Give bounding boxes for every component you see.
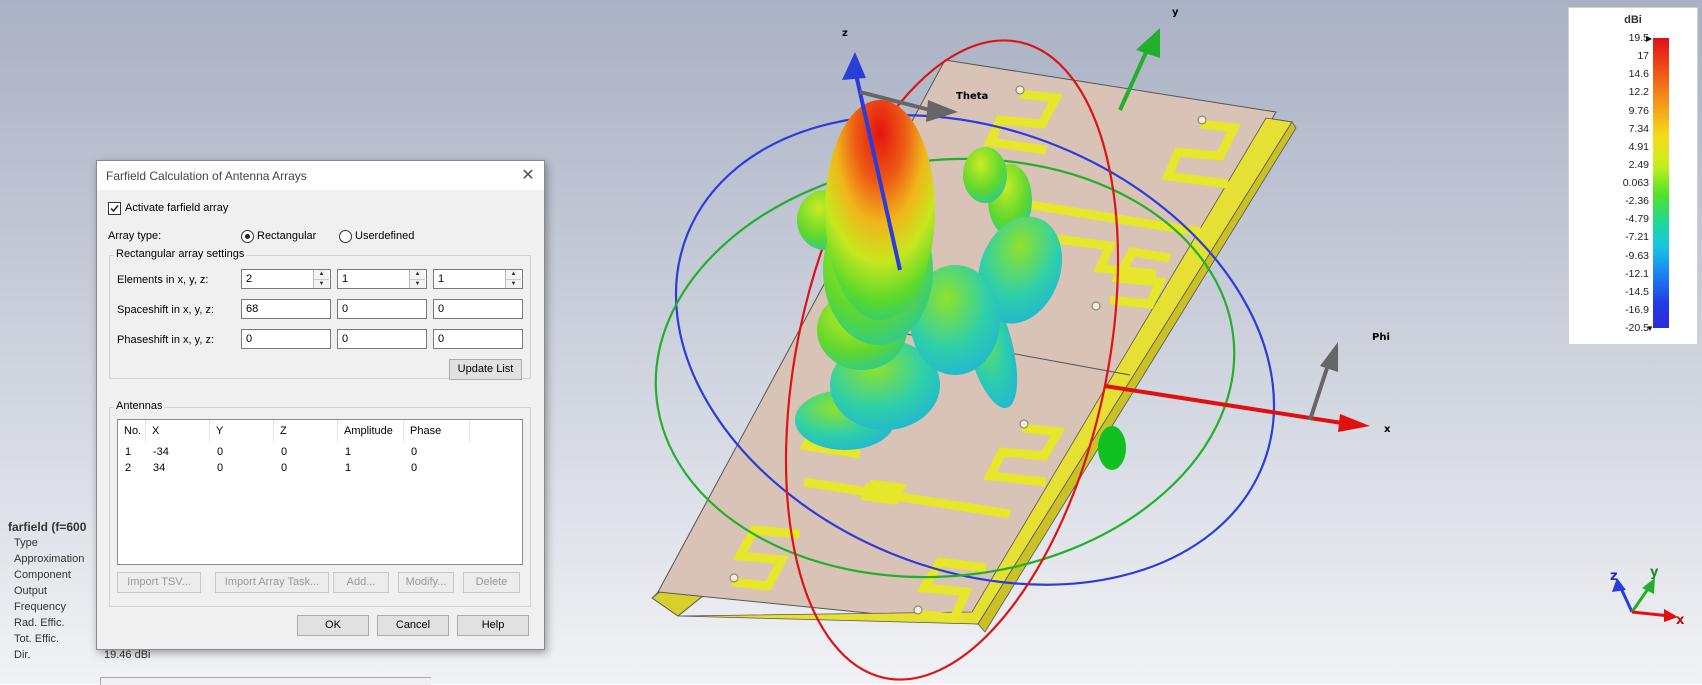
z-axis-label: z (842, 28, 848, 39)
elements-z-spinner[interactable]: ▲ ▼ (505, 270, 521, 288)
ok-button[interactable]: OK (297, 615, 369, 636)
legend-tick: 17 (1637, 50, 1649, 63)
farfield-array-dialog: Farfield Calculation of Antenna Arrays ✕… (96, 160, 545, 650)
column-header[interactable]: No. (118, 420, 146, 442)
theta-label: Theta (956, 91, 988, 102)
phi-label: Phi (1372, 332, 1390, 343)
legend-tick: -4.79 (1625, 213, 1649, 226)
radio-userdefined[interactable] (339, 230, 352, 243)
elements-label: Elements in x, y, z: (117, 274, 209, 286)
legend-tick: 7.34 (1628, 122, 1649, 135)
info-value: 19.46 dBi (104, 649, 151, 661)
table-cell: 0 (411, 446, 418, 458)
column-header[interactable]: Y (210, 420, 274, 442)
table-cell: 1 (125, 446, 132, 458)
info-key: Frequency (14, 601, 66, 613)
antennas-label: Antennas (114, 400, 165, 412)
legend-tick: -2.36 (1625, 195, 1649, 208)
legend-color-bar (1653, 38, 1669, 328)
info-key: Output (14, 585, 48, 597)
triad-y-label: y (1650, 565, 1659, 580)
antennas-table-header: No. X Y Z Amplitude Phase (118, 420, 522, 442)
dialog-titlebar[interactable]: Farfield Calculation of Antenna Arrays ✕ (97, 161, 544, 190)
table-cell: 1 (345, 446, 352, 458)
rectangular-settings-label: Rectangular array settings (114, 248, 247, 260)
radio-userdefined-label[interactable]: Userdefined (355, 230, 414, 242)
legend-min-marker-icon[interactable]: ▼ (1646, 324, 1654, 333)
radio-rectangular-label[interactable]: Rectangular (257, 230, 316, 242)
table-cell: 0 (217, 462, 224, 474)
column-header[interactable]: Phase (404, 420, 470, 442)
column-header[interactable]: Amplitude (338, 420, 404, 442)
table-row[interactable]: 1 -34 0 0 1 0 (118, 444, 522, 460)
help-button[interactable]: Help (457, 615, 529, 636)
legend-unit: dBi (1624, 14, 1642, 26)
update-list-button[interactable]: Update List (449, 359, 522, 380)
legend-tick: 0.063 (1622, 177, 1649, 189)
cancel-button[interactable]: Cancel (377, 615, 449, 636)
y-axis-label: y (1172, 7, 1179, 18)
info-key: Type (14, 537, 38, 549)
table-cell: 1 (345, 462, 352, 474)
modify-button[interactable]: Modify... (398, 572, 454, 593)
table-cell: 0 (281, 462, 288, 474)
phaseshift-y-input[interactable] (337, 329, 427, 349)
elements-y-spinner[interactable]: ▲ ▼ (409, 270, 425, 288)
phaseshift-x-input[interactable] (241, 329, 331, 349)
dialog-title: Farfield Calculation of Antenna Arrays (106, 169, 307, 183)
delete-button[interactable]: Delete (463, 572, 520, 593)
info-row: Dir. 19.46 dBi (8, 649, 218, 665)
x-axis-label: x (1384, 424, 1391, 435)
info-key: Component (14, 569, 71, 581)
column-header[interactable]: Z (274, 420, 338, 442)
orientation-triad[interactable]: z y x (1610, 565, 1685, 628)
import-tsv-button[interactable]: Import TSV... (117, 572, 201, 593)
close-icon[interactable]: ✕ (512, 161, 544, 190)
table-cell: 0 (281, 446, 288, 458)
radio-rectangular[interactable] (241, 230, 254, 243)
table-cell: 2 (125, 462, 132, 474)
array-type-label: Array type: (108, 230, 162, 242)
info-key: Tot. Effic. (14, 633, 60, 645)
legend-tick: 14.6 (1628, 68, 1649, 81)
legend-tick: -14.5 (1625, 285, 1649, 298)
info-key: Rad. Effic. (14, 617, 65, 629)
legend-max-marker-icon[interactable]: ▶ (1646, 34, 1652, 43)
antennas-table[interactable]: No. X Y Z Amplitude Phase 1 -34 0 0 1 0 2 34 0 0 1 0 (117, 419, 523, 565)
legend-tick: 9.76 (1628, 104, 1649, 117)
legend-tick: -12.1 (1625, 267, 1649, 280)
add-button[interactable]: Add... (333, 572, 389, 593)
table-row[interactable]: 2 34 0 0 1 0 (118, 460, 522, 476)
table-cell: 34 (153, 462, 166, 474)
color-scale-legend: dBi 19.5 17 14.6 12.2 9.76 7.34 4.91 2.49 0.063-… (1568, 7, 1698, 345)
triad-x-label: x (1676, 613, 1685, 628)
spaceshift-y-input[interactable] (337, 299, 427, 319)
info-key: Dir. (14, 649, 31, 661)
activate-farfield-checkbox[interactable] (108, 202, 121, 215)
table-cell: 0 (411, 462, 418, 474)
legend-tick: 2.49 (1628, 158, 1649, 171)
table-cell: -34 (153, 446, 169, 458)
activate-farfield-label[interactable]: Activate farfield array (125, 202, 228, 214)
table-cell: 0 (217, 446, 224, 458)
legend-tick: -7.21 (1625, 231, 1649, 244)
phaseshift-z-input[interactable] (433, 329, 523, 349)
phaseshift-label: Phaseshift in x, y, z: (117, 334, 215, 346)
column-header[interactable]: X (146, 420, 210, 442)
legend-ticks: 19.5 17 14.6 12.2 9.76 7.34 4.91 2.49 0.063 -2.36… (1579, 33, 1649, 334)
spaceshift-z-input[interactable] (433, 299, 523, 319)
info-key: Approximation (14, 553, 85, 565)
legend-tick: -16.9 (1625, 303, 1649, 316)
legend-tick: 4.91 (1628, 140, 1649, 153)
triad-z-label: z (1610, 569, 1618, 584)
elements-x-spinner[interactable]: ▲ ▼ (313, 270, 329, 288)
import-array-task-button[interactable]: Import Array Task... (215, 572, 329, 593)
spaceshift-x-input[interactable] (241, 299, 331, 319)
spaceshift-label: Spaceshift in x, y, z: (117, 304, 215, 316)
legend-tick: 12.2 (1628, 86, 1649, 99)
legend-tick: -9.63 (1625, 249, 1649, 262)
